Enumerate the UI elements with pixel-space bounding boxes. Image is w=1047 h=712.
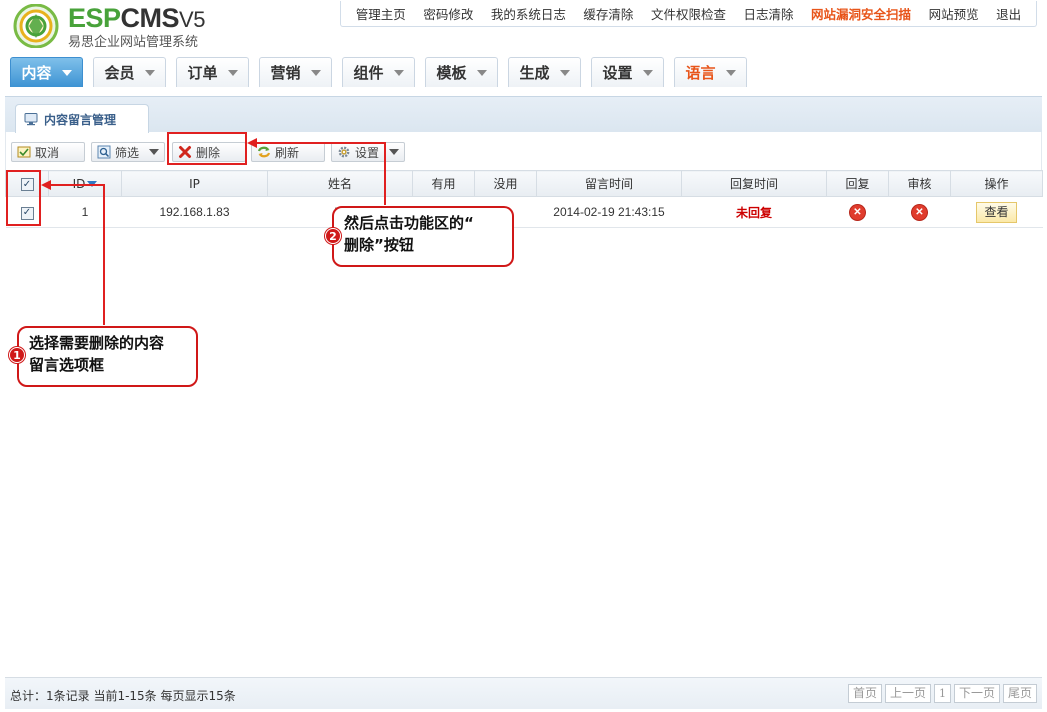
callout-step-2: 然后点击功能区的“ 删除”按钮 xyxy=(332,206,514,267)
arrow-to-delete xyxy=(247,138,386,205)
step-1-badge: 1 xyxy=(9,347,25,363)
arrow-to-checkbox xyxy=(41,180,105,325)
callout-step-1: 选择需要删除的内容 留言选项框 xyxy=(17,326,198,387)
step-2-badge: 2 xyxy=(325,228,341,244)
